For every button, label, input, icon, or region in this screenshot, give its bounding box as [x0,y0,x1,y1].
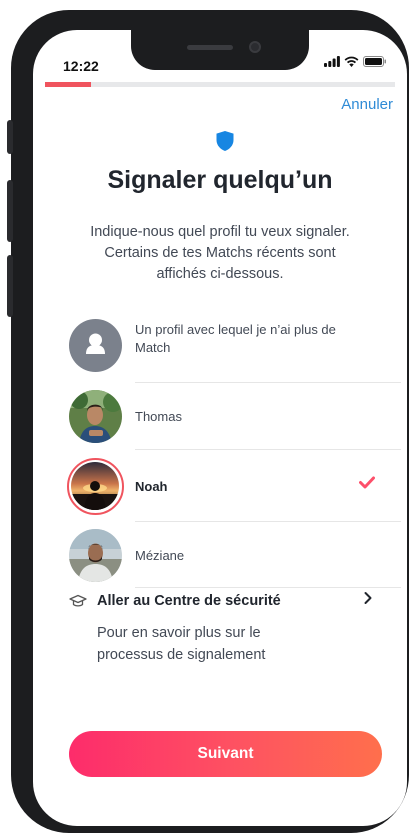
safety-center-link[interactable]: Aller au Centre de sécurité [69,590,373,612]
page-description: Indique-nous quel profil tu veux signale… [90,224,350,282]
profile-option-meziane[interactable]: Méziane [69,522,401,588]
progress-fill [45,82,91,87]
profile-option-noah[interactable]: Noah [67,450,401,522]
shield-icon [216,131,234,151]
safety-center-title: Aller au Centre de sécurité [97,593,281,609]
next-button[interactable]: Suivant [69,731,382,777]
divider [135,587,401,588]
speaker [187,45,233,50]
profile-list: Un profil avec lequel je n’ai plus de Ma… [67,308,401,588]
profile-option-thomas[interactable]: Thomas [69,383,401,450]
profile-option-unmatched[interactable]: Un profil avec lequel je n’ai plus de Ma… [69,308,401,383]
safety-center-subtitle: Pour en savoir plus sur le processus de … [97,625,266,663]
profile-option-label: Un profil avec lequel je n’ai plus de Ma… [135,322,336,355]
meziane-avatar [69,528,122,582]
profile-option-label: Noah [135,478,168,494]
graduation-cap-icon [69,594,87,607]
checkmark-icon [359,476,375,489]
battery-icon [363,56,386,67]
status-time: 12:22 [63,58,99,74]
person-icon [69,319,122,372]
profile-option-label: Thomas [135,409,182,424]
notch [131,30,309,70]
screen: 12:22 Annuler Signaler quelqu’un Indique… [33,30,407,826]
safety-center: Aller au Centre de sécurité Pour en savo… [69,590,373,666]
wifi-icon [344,56,359,67]
cancel-button[interactable]: Annuler [341,96,393,113]
front-camera [249,41,261,53]
noah-avatar [71,461,119,510]
status-icons [324,56,387,67]
selected-ring [67,457,124,515]
profile-option-label: Méziane [135,547,185,563]
progress-bar [45,82,395,87]
thomas-avatar [69,390,122,443]
signal-icon [324,56,340,67]
chevron-right-icon [364,592,372,604]
page-title: Signaler quelqu’un [107,166,333,194]
